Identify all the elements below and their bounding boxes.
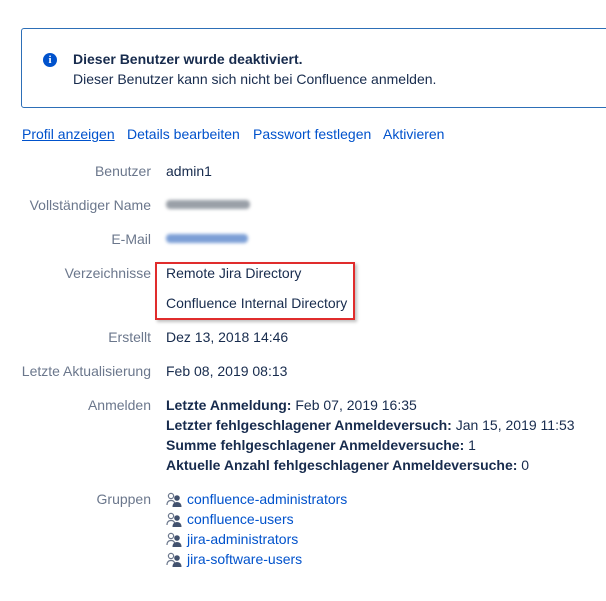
login-detail: Letzte Anmeldung: Feb 07, 2019 16:35: [166, 397, 417, 413]
login-detail: Summe fehlgeschlagener Anmeldeversuche: …: [166, 437, 476, 453]
directories-highlight-box: [155, 262, 355, 320]
activate-link[interactable]: Aktivieren: [383, 126, 444, 142]
set-password-link[interactable]: Passwort festlegen: [253, 126, 371, 142]
updated-label: Letzte Aktualisierung: [21, 363, 151, 379]
groups-label: Gruppen: [96, 491, 151, 507]
login-detail-value: Feb 07, 2019 16:35: [295, 397, 417, 413]
fullname-value-redacted: [166, 200, 250, 209]
updated-value: Feb 08, 2019 08:13: [166, 363, 288, 379]
created-label: Erstellt: [108, 329, 151, 345]
email-value-redacted: [166, 234, 248, 243]
login-detail-value: 1: [468, 437, 476, 453]
email-label: E-Mail: [111, 231, 151, 247]
created-value: Dez 13, 2018 14:46: [166, 329, 289, 345]
notice-title: Dieser Benutzer wurde deaktiviert.: [73, 51, 303, 67]
group-icon: [166, 492, 182, 507]
fullname-label: Vollständiger Name: [29, 197, 151, 213]
login-label: Anmelden: [87, 397, 151, 413]
login-detail: Letzter fehlgeschlagener Anmeldeversuch:…: [166, 417, 575, 433]
login-detail-label: Letzter fehlgeschlagener Anmeldeversuch:: [166, 417, 452, 433]
notice-text: Dieser Benutzer kann sich nicht bei Conf…: [73, 71, 437, 87]
deactivated-notice: i Dieser Benutzer wurde deaktiviert. Die…: [21, 28, 606, 108]
group-icon: [166, 552, 182, 567]
login-detail-label: Summe fehlgeschlagener Anmeldeversuche:: [166, 437, 465, 453]
group-link[interactable]: jira-software-users: [187, 551, 302, 567]
info-icon: i: [43, 53, 57, 67]
login-detail-value: 0: [521, 457, 530, 473]
group-icon: [166, 532, 182, 547]
user-label: Benutzer: [94, 163, 151, 179]
user-value: admin1: [166, 163, 212, 179]
edit-details-link[interactable]: Details bearbeiten: [127, 126, 240, 142]
group-link[interactable]: confluence-users: [187, 511, 294, 527]
group-link[interactable]: confluence-administrators: [187, 491, 347, 507]
view-profile-link[interactable]: Profil anzeigen: [22, 126, 115, 142]
login-detail-label: Aktuelle Anzahl fehlgeschlagener Anmelde…: [166, 457, 518, 473]
login-detail: Aktuelle Anzahl fehlgeschlagener Anmelde…: [166, 457, 529, 473]
login-detail-label: Letzte Anmeldung:: [166, 397, 292, 413]
group-link[interactable]: jira-administrators: [187, 531, 298, 547]
group-icon: [166, 512, 182, 527]
login-detail-value: Jan 15, 2019 11:53: [455, 417, 575, 433]
directories-label: Verzeichnisse: [64, 265, 151, 281]
